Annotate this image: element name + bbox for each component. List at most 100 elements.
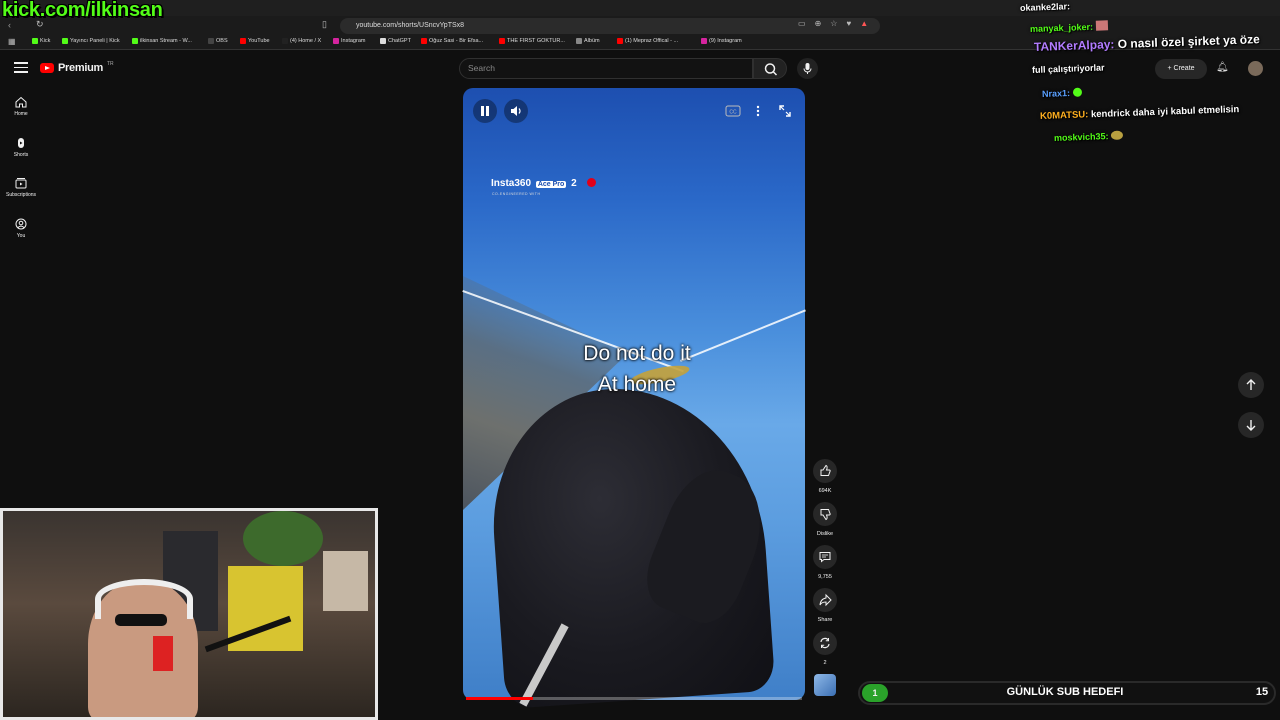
bookmark-label: YouTube bbox=[248, 38, 270, 44]
shorts-icon bbox=[18, 138, 24, 148]
chat-message: moskvich35: bbox=[1054, 130, 1124, 143]
extension-icon[interactable]: ▲ bbox=[860, 19, 868, 28]
bookmark-label: (9) Instagram bbox=[709, 38, 742, 44]
thumbs-down-icon bbox=[820, 509, 831, 521]
you-icon bbox=[15, 218, 27, 230]
pause-button[interactable] bbox=[473, 99, 497, 123]
chat-message: manyak_joker: bbox=[1030, 20, 1108, 34]
bookmark-favicon-icon bbox=[617, 38, 623, 44]
bookmark-favicon-icon bbox=[576, 38, 582, 44]
audio-source-thumbnail[interactable] bbox=[814, 674, 836, 696]
bookmark-item[interactable]: Oğuz Sasi - Bir Efsa... bbox=[421, 38, 483, 44]
emote-icon bbox=[1110, 130, 1124, 141]
bookmark-favicon-icon bbox=[62, 38, 68, 44]
dislike-button[interactable]: Dislike bbox=[812, 502, 838, 537]
youtube-logo[interactable]: Premium TR bbox=[40, 61, 114, 74]
share-button[interactable]: Share bbox=[812, 588, 838, 623]
bookmark-item[interactable]: ChatGPT bbox=[380, 38, 411, 44]
arrow-up-icon bbox=[1246, 379, 1256, 390]
bookmark-label: (1) Mepraz Offical - ... bbox=[625, 38, 679, 44]
search-input[interactable]: Search bbox=[459, 58, 753, 79]
bookmark-favicon-icon bbox=[32, 38, 38, 44]
bookmark-item[interactable]: ilkinsan Stream - W... bbox=[132, 38, 192, 44]
bookmark-label: Kick bbox=[40, 38, 51, 44]
svg-text:CC: CC bbox=[729, 110, 737, 116]
video-brand-watermark: Insta360 Ace Pro 2 bbox=[491, 178, 597, 189]
bookmark-item[interactable]: (9) Instagram bbox=[701, 38, 742, 44]
home-icon bbox=[15, 96, 27, 108]
sub-goal-target: 15 bbox=[1255, 686, 1269, 698]
shield-icon[interactable]: ♥ bbox=[846, 19, 851, 28]
previous-short-button[interactable] bbox=[1238, 372, 1264, 398]
chat-message: K0MATSU: kendrick daha iyi kabul etmelis… bbox=[1039, 104, 1240, 122]
bookmark-label: Oğuz Sasi - Bir Efsa... bbox=[429, 38, 484, 44]
bookmark-item[interactable]: Albüm bbox=[576, 38, 600, 44]
chat-message: full çalıştıriyorlar bbox=[1031, 62, 1105, 75]
chat-message: Nrax1: bbox=[1042, 87, 1082, 99]
bookmark-favicon-icon bbox=[380, 38, 386, 44]
sidebar-item-home[interactable]: Home bbox=[0, 96, 42, 117]
bookmark-item[interactable]: THE FIRST GOKTUR... bbox=[499, 38, 565, 44]
video-progress-bar[interactable] bbox=[466, 697, 802, 700]
search-button[interactable] bbox=[753, 58, 787, 79]
captions-button[interactable]: CC bbox=[722, 102, 744, 120]
chat-message: TANKerAlpay: O nasıl özel şirket ya öze bbox=[1033, 32, 1260, 54]
volume-icon bbox=[511, 106, 521, 116]
sub-goal-title: GÜNLÜK SUB HEDEFI bbox=[1006, 686, 1124, 698]
hamburger-menu-icon[interactable] bbox=[14, 62, 28, 74]
remix-button[interactable]: 2 bbox=[812, 631, 838, 666]
arrow-down-icon bbox=[1246, 420, 1256, 431]
sidebar-item-shorts[interactable]: Shorts bbox=[0, 137, 42, 158]
bookmark-label: Albüm bbox=[584, 38, 600, 44]
next-short-button[interactable] bbox=[1238, 412, 1264, 438]
apps-grid-icon[interactable]: ▦ bbox=[8, 37, 16, 46]
leica-logo-icon bbox=[587, 178, 597, 187]
bookmark-item[interactable]: YouTube bbox=[240, 38, 270, 44]
sidebar-item-you[interactable]: You bbox=[0, 218, 42, 239]
bookmark-label: ChatGPT bbox=[388, 38, 411, 44]
bookmark-page-icon[interactable]: ▯ bbox=[322, 19, 327, 30]
bookmark-label: OBS bbox=[216, 38, 228, 44]
comment-icon bbox=[819, 552, 831, 563]
subscriptions-icon bbox=[15, 178, 27, 189]
bookmark-favicon-icon bbox=[333, 38, 339, 44]
bookmark-favicon-icon bbox=[499, 38, 505, 44]
share-icon bbox=[819, 593, 832, 607]
bookmark-favicon-icon bbox=[208, 38, 214, 44]
more-options-icon[interactable] bbox=[752, 102, 764, 120]
video-caption-line2: At home bbox=[597, 373, 677, 396]
bookmark-favicon-icon bbox=[282, 38, 288, 44]
chat-message: okanke2lar: bbox=[1019, 1, 1071, 13]
webcam-headphones bbox=[95, 579, 193, 619]
webcam-plant bbox=[243, 511, 323, 566]
bookmark-favicon-icon bbox=[132, 38, 138, 44]
star-icon[interactable]: ☆ bbox=[830, 19, 837, 28]
tab-icon[interactable]: ▭ bbox=[798, 19, 806, 28]
stream-channel-url: kick.com/ilkinsan bbox=[2, 0, 163, 21]
webcam-poster-right bbox=[323, 551, 368, 611]
zoom-icon[interactable]: ⊕ bbox=[815, 19, 822, 28]
bookmark-label: Instagram bbox=[341, 38, 366, 44]
comments-button[interactable]: 9,755 bbox=[812, 545, 838, 580]
like-button[interactable]: 694K bbox=[812, 459, 838, 494]
bookmark-label: Yayıncı Paneli | Kick bbox=[70, 38, 120, 44]
bookmark-item[interactable]: Instagram bbox=[333, 38, 365, 44]
sidebar-item-subscriptions[interactable]: Subscriptions bbox=[0, 177, 42, 198]
bookmark-item[interactable]: (1) Mepraz Offical - ... bbox=[617, 38, 678, 44]
bookmark-item[interactable]: Kick bbox=[32, 38, 50, 44]
remix-icon bbox=[820, 637, 830, 649]
emote-icon bbox=[1095, 20, 1108, 31]
voice-search-button[interactable] bbox=[797, 58, 818, 79]
streamer-webcam bbox=[0, 508, 378, 720]
emote-icon bbox=[1072, 87, 1082, 97]
volume-button[interactable] bbox=[504, 99, 528, 123]
bookmark-item[interactable]: OBS bbox=[208, 38, 228, 44]
bookmark-label: THE FIRST GOKTUR... bbox=[507, 38, 565, 44]
youtube-play-icon bbox=[40, 63, 54, 73]
webcam-red-cup bbox=[153, 636, 173, 671]
search-icon bbox=[764, 63, 778, 76]
bookmark-item[interactable]: Yayıncı Paneli | Kick bbox=[62, 38, 120, 44]
bookmark-item[interactable]: (4) Home / X bbox=[282, 38, 321, 44]
fullscreen-icon[interactable] bbox=[776, 102, 794, 120]
webcam-sunglasses bbox=[115, 614, 167, 626]
